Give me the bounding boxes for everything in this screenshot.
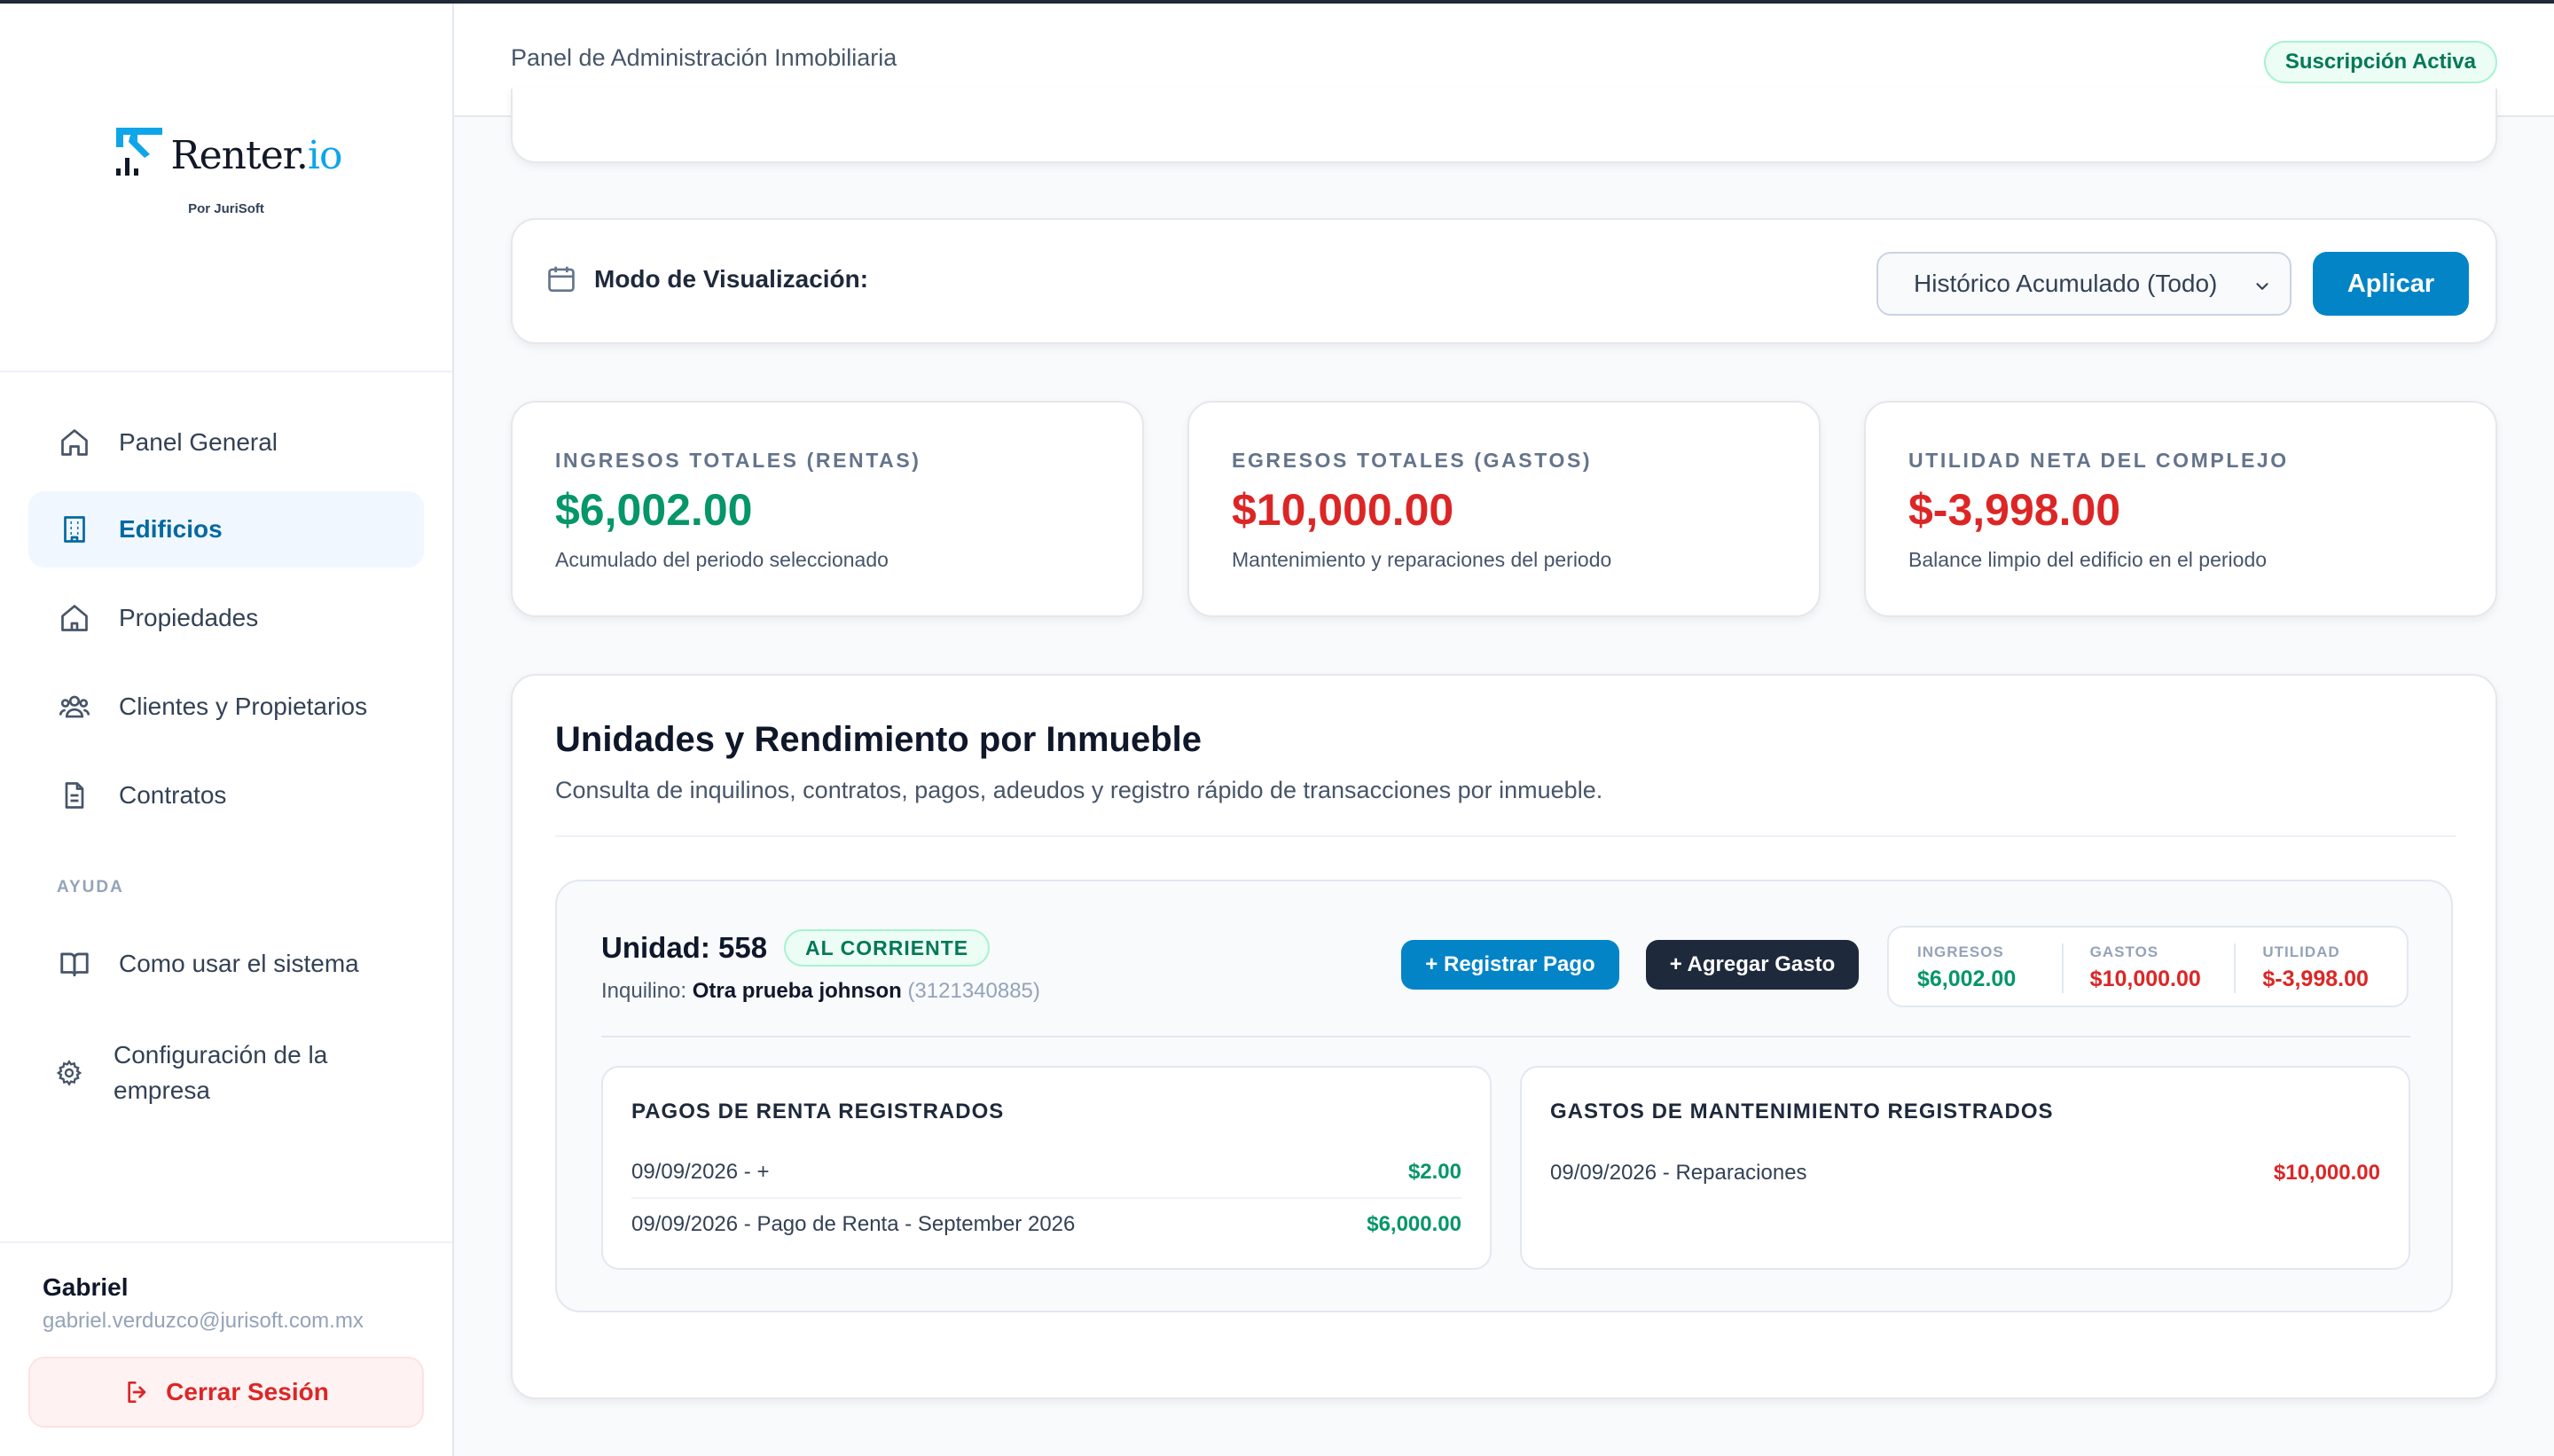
tenant-info: Inquilino: Otra prueba johnson (31213408… (601, 979, 1040, 1004)
brand-name: Renter.io (170, 133, 343, 178)
tenant-prefix: Inquilino: (601, 979, 687, 1003)
payment-description: 09/09/2026 - Pago de Renta - September 2… (631, 1212, 1076, 1236)
stat-value: $10,000.00 (1232, 485, 1454, 535)
sidebar-item-label: Propiedades (119, 604, 259, 631)
stat-card-ingresos: INGRESOS TOTALES (RENTAS) $6,002.00 Acum… (511, 401, 1144, 617)
rent-payments-title: PAGOS DE RENTA REGISTRADOS (631, 1100, 1005, 1123)
user-name: Gabriel (43, 1273, 129, 1301)
mini-stat-value: $-3,998.00 (2262, 967, 2369, 991)
document-icon (57, 778, 92, 813)
mini-stat-value: $6,002.00 (1917, 967, 2017, 991)
sidebar-item-label: Edificios (119, 515, 223, 543)
list-item: 09/09/2026 - Reparaciones $10,000.00 (1550, 1147, 2380, 1199)
gear-icon (51, 1055, 87, 1091)
users-icon (57, 689, 92, 724)
sidebar-item-propiedades[interactable]: Propiedades (28, 580, 424, 656)
home-icon (57, 425, 92, 460)
mini-stat-ingresos: INGRESOS $6,002.00 (1889, 928, 2062, 1006)
stat-label: INGRESOS TOTALES (RENTAS) (555, 449, 921, 472)
rent-payments-card: PAGOS DE RENTA REGISTRADOS 09/09/2026 - … (601, 1066, 1492, 1270)
sidebar-divider (0, 371, 452, 372)
mini-stat-label: UTILIDAD (2262, 943, 2340, 960)
logout-label: Cerrar Sesión (166, 1378, 329, 1405)
payment-description: 09/09/2026 - + (631, 1160, 770, 1184)
book-icon (57, 946, 92, 982)
mini-stat-label: GASTOS (2089, 943, 2159, 960)
payment-amount: $2.00 (1407, 1160, 1461, 1184)
view-mode-select[interactable]: Histórico Acumulado (Todo) (1876, 252, 2292, 316)
previous-card-bottom (511, 89, 2497, 163)
sidebar-item-label: Panel General (119, 428, 278, 456)
stat-subtitle: Mantenimiento y reparaciones del periodo (1232, 548, 1612, 571)
unit-divider (601, 1036, 2410, 1037)
sidebar-item-contratos[interactable]: Contratos (28, 757, 424, 834)
stat-value: $-3,998.00 (1908, 485, 2121, 535)
help-section-heading: AYUDA (57, 878, 124, 896)
stat-value: $6,002.00 (555, 485, 753, 535)
logo-mark-icon (111, 124, 168, 181)
section-description: Consulta de inquilinos, contratos, pagos… (555, 777, 1603, 803)
maintenance-expenses-title: GASTOS DE MANTENIMIENTO REGISTRADOS (1550, 1100, 2054, 1123)
tenant-phone: (3121340885) (907, 979, 1040, 1003)
tenant-name: Otra prueba johnson (692, 979, 902, 1003)
sidebar-item-label: Contratos (119, 781, 227, 809)
page-title: Panel de Administración Inmobiliaria (511, 44, 897, 71)
stat-subtitle: Acumulado del periodo seleccionado (555, 548, 889, 571)
stat-card-utilidad: UTILIDAD NETA DEL COMPLEJO $-3,998.00 Ba… (1864, 401, 2497, 617)
sidebar-item-edificios[interactable]: Edificios (28, 491, 424, 568)
stat-card-egresos: EGRESOS TOTALES (GASTOS) $10,000.00 Mant… (1187, 401, 1821, 617)
building-icon (57, 512, 92, 547)
stat-label: EGRESOS TOTALES (GASTOS) (1232, 449, 1593, 472)
view-mode-label: Modo de Visualización: (544, 262, 868, 296)
mini-stat-label: INGRESOS (1917, 943, 2004, 960)
house-icon (57, 600, 92, 636)
stat-subtitle: Balance limpio del edificio en el period… (1908, 548, 2268, 571)
unit-panel: Unidad: 558 AL CORRIENTE Inquilino: Otra… (555, 880, 2453, 1312)
register-payment-button[interactable]: + Registrar Pago (1401, 940, 1619, 990)
sidebar-item-label: Como usar el sistema (119, 950, 359, 977)
logout-icon (123, 1378, 152, 1406)
expense-description: 09/09/2026 - Reparaciones (1550, 1161, 1807, 1185)
view-mode-selected-value: Histórico Acumulado (Todo) (1914, 270, 2218, 297)
mini-stat-utilidad: UTILIDAD $-3,998.00 (2234, 928, 2407, 1006)
section-title: Unidades y Rendimiento por Inmueble (555, 720, 1202, 759)
view-mode-card: Modo de Visualización: Histórico Acumula… (511, 218, 2497, 344)
logout-button[interactable]: Cerrar Sesión (28, 1357, 424, 1428)
sidebar-item-clientes[interactable]: Clientes y Propietarios (28, 669, 424, 745)
brand-logo[interactable]: Renter.io Por JuriSoft (0, 124, 452, 216)
list-item: 09/09/2026 - Pago de Renta - September 2… (631, 1199, 1461, 1250)
sidebar-divider (0, 1241, 452, 1243)
brand-byline: Por JuriSoft (188, 201, 264, 216)
mini-stat-gastos: GASTOS $10,000.00 (2061, 928, 2235, 1006)
unit-mini-stats: INGRESOS $6,002.00 GASTOS $10,000.00 UTI… (1887, 926, 2409, 1007)
section-divider (555, 835, 2456, 837)
add-expense-button[interactable]: + Agregar Gasto (1646, 940, 1859, 990)
sidebar-item-como-usar[interactable]: Como usar el sistema (28, 926, 424, 1002)
expense-amount: $10,000.00 (2273, 1161, 2380, 1185)
sidebar-item-panel-general[interactable]: Panel General (28, 404, 424, 481)
mini-stat-value: $10,000.00 (2089, 967, 2201, 991)
unit-status-badge: AL CORRIENTE (784, 929, 991, 967)
window-top-border (0, 0, 2554, 4)
maintenance-expenses-card: GASTOS DE MANTENIMIENTO REGISTRADOS 09/0… (1520, 1066, 2410, 1270)
list-item: 09/09/2026 - + $2.00 (631, 1147, 1461, 1199)
chevron-down-icon (2252, 277, 2272, 296)
calendar-icon (544, 262, 578, 296)
stat-label: UTILIDAD NETA DEL COMPLEJO (1908, 449, 2289, 472)
subscription-status-badge: Suscripción Activa (2263, 41, 2497, 83)
payment-amount: $6,000.00 (1367, 1212, 1461, 1236)
sidebar-item-configuracion[interactable]: Configuración de la empresa (28, 1029, 424, 1117)
sidebar-item-label: Clientes y Propietarios (119, 693, 368, 720)
user-email: gabriel.verduzco@jurisoft.com.mx (43, 1309, 364, 1333)
sidebar-item-label: Configuración de la empresa (114, 1041, 328, 1104)
apply-button[interactable]: Aplicar (2313, 252, 2469, 316)
sidebar: Renter.io Por JuriSoft Panel General Edi… (0, 0, 454, 1456)
unit-name: Unidad: 558 (601, 931, 768, 964)
